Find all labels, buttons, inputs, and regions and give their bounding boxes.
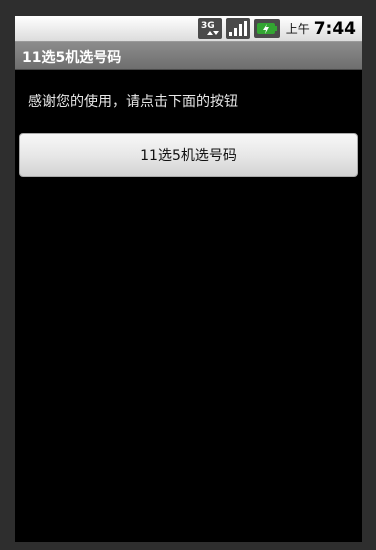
- clock-time: 7:44: [313, 18, 356, 39]
- generate-numbers-button[interactable]: 11选5机选号码: [19, 133, 358, 177]
- instruction-text: 感谢您的使用，请点击下面的按钮: [28, 94, 238, 110]
- status-bar: 3G 上午 7:44: [15, 16, 362, 42]
- phone-screen: 3G 上午 7:44 11选5机选号码 感谢您的使用，请点击下面的按钮 11选5…: [15, 16, 362, 542]
- signal-strength-icon: [225, 18, 250, 39]
- generate-numbers-button-label: 11选5机选号码: [140, 148, 237, 164]
- device-frame: 3G 上午 7:44 11选5机选号码 感谢您的使用，请点击下面的按钮 11选5…: [0, 0, 376, 550]
- battery-charging-icon: [253, 19, 280, 38]
- network-3g-icon: 3G: [197, 18, 222, 39]
- status-icons: 3G 上午 7:44: [197, 16, 356, 41]
- app-title-bar: 11选5机选号码: [15, 42, 362, 70]
- clock-ampm: 上午: [285, 22, 310, 36]
- app-title: 11选5机选号码: [22, 50, 122, 66]
- network-type-label: 3G: [201, 21, 215, 31]
